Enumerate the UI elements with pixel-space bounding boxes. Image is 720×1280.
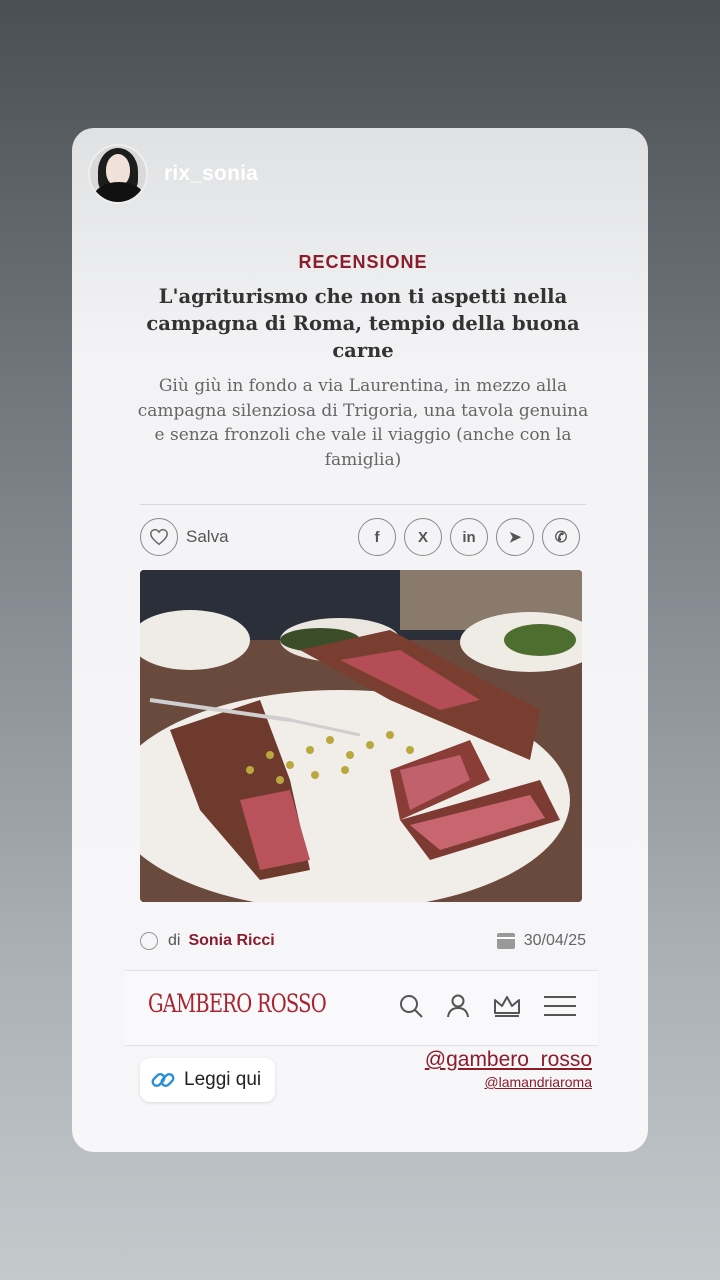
avatar[interactable] xyxy=(88,144,148,204)
calendar-icon xyxy=(496,933,515,949)
date: 30/04/25 xyxy=(496,932,586,950)
steak-photo xyxy=(140,570,582,902)
article-actions: Salva f X in ➤ ✆ xyxy=(140,518,586,558)
crown-icon[interactable] xyxy=(492,993,522,1019)
menu-icon[interactable] xyxy=(544,994,576,1018)
story-username[interactable]: rix_sonia xyxy=(164,162,258,186)
article-preview: RECENSIONE L'agriturismo che non ti aspe… xyxy=(128,238,598,968)
article-subhead: Giù giù in fondo a via Laurentina, in me… xyxy=(137,376,589,470)
mention-gambero-rosso[interactable]: @gambero_rosso xyxy=(425,1048,592,1072)
user-icon xyxy=(140,932,158,950)
article-kicker: RECENSIONE xyxy=(298,252,428,272)
search-icon[interactable] xyxy=(398,993,424,1019)
facebook-icon[interactable]: f xyxy=(358,518,396,556)
byline: di Sonia Ricci 30/04/25 xyxy=(140,928,586,954)
user-icon[interactable] xyxy=(446,993,470,1019)
gambero-rosso-logo[interactable]: GAMBERO ROSSO xyxy=(148,989,327,1018)
divider xyxy=(140,504,586,505)
linkedin-icon[interactable]: in xyxy=(450,518,488,556)
link-sticker[interactable]: Leggi qui xyxy=(140,1058,276,1102)
story-card: rix_sonia RECENSIONE L'agriturismo che n… xyxy=(72,128,648,1152)
mentions: @gambero_rosso @lamandriaroma xyxy=(425,1048,592,1090)
story-header: rix_sonia xyxy=(88,144,258,204)
share-bar: f X in ➤ ✆ xyxy=(358,518,580,556)
mention-lamandriaroma[interactable]: @lamandriaroma xyxy=(425,1074,592,1090)
whatsapp-icon[interactable]: ✆ xyxy=(542,518,580,556)
article-photo xyxy=(140,570,582,902)
author-link[interactable]: Sonia Ricci xyxy=(188,932,274,950)
telegram-icon[interactable]: ➤ xyxy=(496,518,534,556)
link-label: Leggi qui xyxy=(184,1069,262,1090)
x-icon[interactable]: X xyxy=(404,518,442,556)
article-headline: L'agriturismo che non ti aspetti nella c… xyxy=(146,285,580,362)
link-icon xyxy=(151,1073,175,1087)
save-button[interactable]: Salva xyxy=(140,518,229,556)
heart-icon xyxy=(140,518,178,556)
site-nav-icons xyxy=(398,993,576,1019)
site-header: GAMBERO ROSSO xyxy=(124,970,598,1046)
byline-prefix: di xyxy=(168,932,181,949)
date-text: 30/04/25 xyxy=(523,932,586,949)
save-label: Salva xyxy=(186,527,229,546)
